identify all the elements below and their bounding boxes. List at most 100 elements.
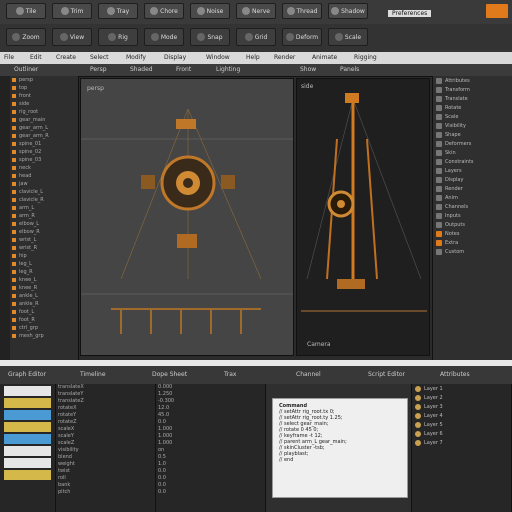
outliner-item[interactable]: jaw: [10, 180, 78, 188]
channel-name[interactable]: scaleZ: [56, 440, 155, 447]
channel-name[interactable]: blend: [56, 454, 155, 461]
channel-swatch[interactable]: [4, 434, 51, 444]
outliner-item[interactable]: front: [10, 92, 78, 100]
toolbar-button-secondary[interactable]: Mode: [144, 28, 184, 46]
toolbar-button-secondary[interactable]: Zoom: [6, 28, 46, 46]
viewport-side[interactable]: side Camera: [296, 78, 430, 356]
menu-item-animate[interactable]: Animate: [312, 54, 337, 61]
toolbar-button[interactable]: Trim: [52, 3, 92, 19]
outliner-item[interactable]: wrist_R: [10, 244, 78, 252]
menu-item-edit[interactable]: Edit: [30, 54, 42, 61]
attribute-row[interactable]: Custom: [433, 247, 512, 256]
attribute-row[interactable]: Translate: [433, 94, 512, 103]
toolbar-button[interactable]: Chore: [144, 3, 184, 19]
outliner-item[interactable]: clavicle_L: [10, 188, 78, 196]
channel-value[interactable]: 0.0: [156, 489, 265, 496]
layer-row[interactable]: Layer 3: [412, 402, 511, 411]
channel-swatch[interactable]: [4, 470, 51, 480]
layer-row[interactable]: Layer 1: [412, 384, 511, 393]
channel-name[interactable]: twist: [56, 468, 155, 475]
attribute-row[interactable]: Rotate: [433, 103, 512, 112]
attribute-row[interactable]: Anim: [433, 193, 512, 202]
channel-name[interactable]: scaleX: [56, 426, 155, 433]
outliner-item[interactable]: arm_R: [10, 212, 78, 220]
outliner-item[interactable]: spine_02: [10, 148, 78, 156]
channel-name[interactable]: translateZ: [56, 398, 155, 405]
channel-swatch[interactable]: [4, 458, 51, 468]
channel-name[interactable]: rotateZ: [56, 419, 155, 426]
highlight-button[interactable]: [486, 4, 508, 18]
outliner-item[interactable]: gear_arm_L: [10, 124, 78, 132]
layer-row[interactable]: Layer 5: [412, 420, 511, 429]
channel-value[interactable]: 0.000: [156, 384, 265, 391]
toolbar-button-secondary[interactable]: Rig: [98, 28, 138, 46]
channel-name[interactable]: rotateX: [56, 405, 155, 412]
outliner-item[interactable]: ctrl_grp: [10, 324, 78, 332]
outliner-item[interactable]: persp: [10, 76, 78, 84]
outliner-item[interactable]: head: [10, 172, 78, 180]
attribute-row[interactable]: Outputs: [433, 220, 512, 229]
toolbar-button[interactable]: Tile: [6, 3, 46, 19]
menu-item-window[interactable]: Window: [206, 54, 230, 61]
menu-item-create[interactable]: Create: [56, 54, 76, 61]
outliner-item[interactable]: mesh_grp: [10, 332, 78, 340]
channel-value[interactable]: 1.250: [156, 391, 265, 398]
layer-row[interactable]: Layer 4: [412, 411, 511, 420]
outliner-item[interactable]: leg_L: [10, 260, 78, 268]
attribute-row[interactable]: Scale: [433, 112, 512, 121]
subbar-item-lighting[interactable]: Lighting: [216, 66, 240, 73]
viewport-perspective[interactable]: persp: [80, 78, 294, 356]
attribute-row[interactable]: Attributes: [433, 76, 512, 85]
menu-item-rigging[interactable]: Rigging: [354, 54, 377, 61]
layer-row[interactable]: Layer 6: [412, 429, 511, 438]
outliner-item[interactable]: knee_L: [10, 276, 78, 284]
toolbar-button[interactable]: Shadow: [328, 3, 368, 19]
outliner-item[interactable]: wrist_L: [10, 236, 78, 244]
channel-value[interactable]: on: [156, 447, 265, 454]
toolbar-button[interactable]: Nerve: [236, 3, 276, 19]
outliner-item[interactable]: top: [10, 84, 78, 92]
attribute-row[interactable]: Notes: [433, 229, 512, 238]
subbar-item-shaded[interactable]: Shaded: [130, 66, 153, 73]
channel-name[interactable]: visibility: [56, 447, 155, 454]
rig-gear-model[interactable]: [81, 79, 294, 356]
toolbar-button-secondary[interactable]: Deform: [282, 28, 322, 46]
channel-swatch[interactable]: [4, 410, 51, 420]
attribute-row[interactable]: Layers: [433, 166, 512, 175]
outliner-item[interactable]: side: [10, 100, 78, 108]
menu-item-file[interactable]: File: [4, 54, 14, 61]
toolbar-button[interactable]: Noise: [190, 3, 230, 19]
channel-value[interactable]: 1.000: [156, 426, 265, 433]
toolbar-button-secondary[interactable]: Grid: [236, 28, 276, 46]
script-editor[interactable]: Command// setAttr rig_root.tx 0;// setAt…: [272, 398, 408, 498]
channel-value[interactable]: 12.0: [156, 405, 265, 412]
bottom-tab[interactable]: Timeline: [80, 371, 106, 378]
attribute-row[interactable]: Visibility: [433, 121, 512, 130]
channel-name[interactable]: translateX: [56, 384, 155, 391]
channel-value[interactable]: 1.000: [156, 433, 265, 440]
attribute-row[interactable]: Transform: [433, 85, 512, 94]
outliner-item[interactable]: neck: [10, 164, 78, 172]
channel-name[interactable]: scaleY: [56, 433, 155, 440]
channel-value[interactable]: 45.0: [156, 412, 265, 419]
outliner-item[interactable]: foot_L: [10, 308, 78, 316]
bottom-tab[interactable]: Trax: [224, 371, 236, 378]
menu-item-modify[interactable]: Modify: [126, 54, 146, 61]
subbar-item-front[interactable]: Front: [176, 66, 191, 73]
bottom-tab[interactable]: Script Editor: [368, 371, 405, 378]
channel-swatch[interactable]: [4, 446, 51, 456]
outliner-item[interactable]: ankle_R: [10, 300, 78, 308]
menu-item-help[interactable]: Help: [246, 54, 260, 61]
attribute-row[interactable]: Skin: [433, 148, 512, 157]
menu-item-display[interactable]: Display: [164, 54, 186, 61]
channel-value[interactable]: 0.0: [156, 419, 265, 426]
channel-name[interactable]: roll: [56, 475, 155, 482]
outliner-item[interactable]: hip: [10, 252, 78, 260]
toolbar-button[interactable]: Thread: [282, 3, 322, 19]
attribute-row[interactable]: Extra: [433, 238, 512, 247]
toolbar-button-secondary[interactable]: View: [52, 28, 92, 46]
subbar-item-panels[interactable]: Panels: [340, 66, 359, 73]
outliner-item[interactable]: elbow_L: [10, 220, 78, 228]
subbar-item-persp[interactable]: Persp: [90, 66, 107, 73]
attribute-row[interactable]: Inputs: [433, 211, 512, 220]
